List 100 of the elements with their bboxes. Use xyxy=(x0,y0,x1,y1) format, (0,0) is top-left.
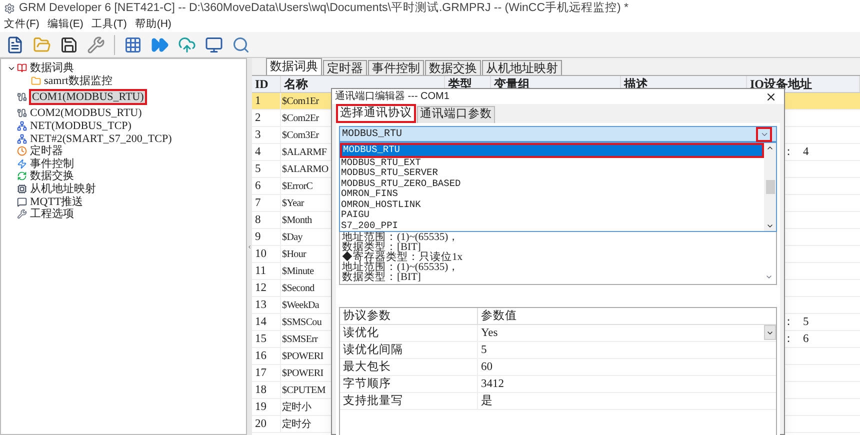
tree-item[interactable]: 定时器 xyxy=(29,145,64,158)
tree-item[interactable]: 数据交换 xyxy=(29,170,75,182)
param-name: 最大包长 xyxy=(340,359,478,375)
table-cell: 16 xyxy=(252,348,281,364)
save-icon[interactable] xyxy=(60,36,78,54)
tree-item[interactable]: 数据词典 xyxy=(29,62,75,74)
network-icon xyxy=(17,121,27,132)
dropdown-option[interactable]: S7_200_PPI xyxy=(340,220,764,231)
table-cell-text: $POWERI xyxy=(281,350,324,364)
table-cell: 15 xyxy=(252,331,281,347)
dropdown-option[interactable]: MODBUS_RTU xyxy=(340,143,764,158)
tab[interactable]: 从机地址映射 xyxy=(482,60,562,75)
table-cell: 20 xyxy=(252,416,281,432)
search-icon[interactable] xyxy=(232,36,250,54)
tab[interactable]: 通讯端口参数 xyxy=(417,106,495,123)
dropdown-option[interactable]: OMRON_FINS xyxy=(340,189,764,200)
protocol-combobox[interactable]: MODBUS_RTU xyxy=(339,126,777,142)
param-value[interactable]: 5 xyxy=(478,342,776,358)
menu-item[interactable]: 文件(F) xyxy=(4,16,40,32)
table-cell-text: $ErrorC xyxy=(281,180,314,194)
param-name: 读优化间隔 xyxy=(340,342,478,358)
message-icon xyxy=(17,196,27,207)
tab[interactable]: 数据交换 xyxy=(425,60,481,75)
column-header: 参数值 xyxy=(480,308,518,324)
cable-icon xyxy=(17,108,27,118)
tree-item[interactable]: NET(MODBUS_TCP) xyxy=(29,120,132,132)
dropdown-option[interactable]: OMRON_HOSTLINK xyxy=(340,200,764,210)
table-cell: 14 xyxy=(252,314,281,330)
table-cell: 1 xyxy=(252,93,281,109)
table-cell: 8 xyxy=(252,212,281,228)
table-cell-text: $ALARMF xyxy=(281,146,328,160)
cloud-icon[interactable] xyxy=(178,36,196,54)
table-cell: 18 xyxy=(252,382,281,398)
tree-item[interactable]: COM1(MODBUS_RTU) xyxy=(29,89,147,106)
book-icon xyxy=(17,63,27,74)
tree-item[interactable]: NET#2(SMART_S7_200_TCP) xyxy=(29,132,173,145)
table-cell-text: ： xyxy=(783,332,795,347)
description-line: 数据类型：[BIT] xyxy=(342,273,421,283)
table-cell-text: 4 xyxy=(802,145,809,160)
window-title: GRM Developer 6 [NET421-C] -- D:\360MoveData\Users\wq\Documents\平时测试.GRMPRJ -- (WinCC手机远程监控) * xyxy=(19,0,629,16)
table-cell-text: 定时小 xyxy=(281,400,312,415)
tree-item[interactable]: 工程选项 xyxy=(29,208,75,220)
table-cell: 5 xyxy=(252,161,281,177)
grid-icon[interactable] xyxy=(124,36,142,54)
table-cell: 17 xyxy=(252,365,281,381)
scrollbar[interactable] xyxy=(764,143,776,231)
menu-item[interactable]: 工具(T) xyxy=(91,16,127,32)
table-cell: 9 xyxy=(252,229,281,245)
tab[interactable]: 数据词典 xyxy=(266,58,322,75)
table-cell-text: ： xyxy=(783,315,795,330)
table-cell-text: 6 xyxy=(802,332,809,347)
table-cell-text: $POWERI xyxy=(281,367,324,381)
fast-forward-icon[interactable] xyxy=(151,36,169,54)
table-cell: 4 xyxy=(252,144,281,160)
dialog-title: 通讯端口编辑器 --- COM1 xyxy=(335,90,450,104)
table-cell-text: 定时分 xyxy=(281,418,312,432)
clock-icon xyxy=(17,146,27,156)
table-cell-text: $SMSErr xyxy=(281,333,319,347)
description-line: 地址范围：(1)~(65535)， xyxy=(342,233,460,243)
param-name: 字节顺序 xyxy=(340,376,478,392)
wrench-icon xyxy=(17,209,27,220)
tree-item[interactable]: MQTT推送 xyxy=(29,196,84,208)
table-cell: 3 xyxy=(252,127,281,143)
new-file-icon[interactable] xyxy=(6,36,24,54)
table-cell-text: $SMSCou xyxy=(281,316,323,330)
dropdown-option[interactable]: MODBUS_RTU_ZERO_BASED xyxy=(340,178,764,189)
scroll-down-icon[interactable] xyxy=(766,222,774,230)
column-header[interactable]: ID xyxy=(252,76,281,92)
table-cell-text: $CPUTEM xyxy=(281,384,326,398)
param-value[interactable]: 60 xyxy=(478,359,776,375)
param-value[interactable]: Yes xyxy=(478,325,764,341)
table-cell: 7 xyxy=(252,195,281,211)
dropdown-option[interactable]: PAIGU xyxy=(340,210,764,220)
table-cell-text: $Second xyxy=(281,282,316,296)
tree-item[interactable]: COM2(MODBUS_RTU) xyxy=(29,107,143,120)
tab[interactable]: 事件控制 xyxy=(368,60,424,75)
description-line: 地址范围：(1)~(65535)， xyxy=(342,263,460,273)
tab[interactable]: 定时器 xyxy=(323,60,367,75)
table-cell: 2 xyxy=(252,110,281,126)
collapse-icon[interactable] xyxy=(247,244,252,250)
cable-icon xyxy=(17,92,27,102)
monitor-icon[interactable] xyxy=(205,36,223,54)
menu-item[interactable]: 编辑(E) xyxy=(47,16,84,32)
app-icon xyxy=(4,3,15,14)
scrollbar-thumb[interactable] xyxy=(766,180,774,194)
tree-item[interactable]: samrt数据监控 xyxy=(43,74,114,87)
tree-item[interactable]: 从机地址映射 xyxy=(29,183,97,196)
param-value[interactable]: 3412 xyxy=(478,376,776,392)
table-cell-text: $Com3Er xyxy=(281,129,320,143)
dropdown-option[interactable]: MODBUS_RTU_SERVER xyxy=(340,168,764,178)
dropdown-option[interactable]: MODBUS_RTU_EXT xyxy=(340,158,764,168)
tab[interactable]: 选择通讯协议 xyxy=(336,104,416,123)
wrench-icon[interactable] xyxy=(87,36,105,54)
close-icon[interactable] xyxy=(765,90,777,102)
menu-item[interactable]: 帮助(H) xyxy=(134,16,172,32)
param-value[interactable]: 是 xyxy=(478,393,776,409)
table-cell-text: $Year xyxy=(281,197,306,211)
scroll-up-icon[interactable] xyxy=(766,144,774,152)
tree-item[interactable]: 事件控制 xyxy=(29,158,75,170)
table-cell: 13 xyxy=(252,297,281,313)
